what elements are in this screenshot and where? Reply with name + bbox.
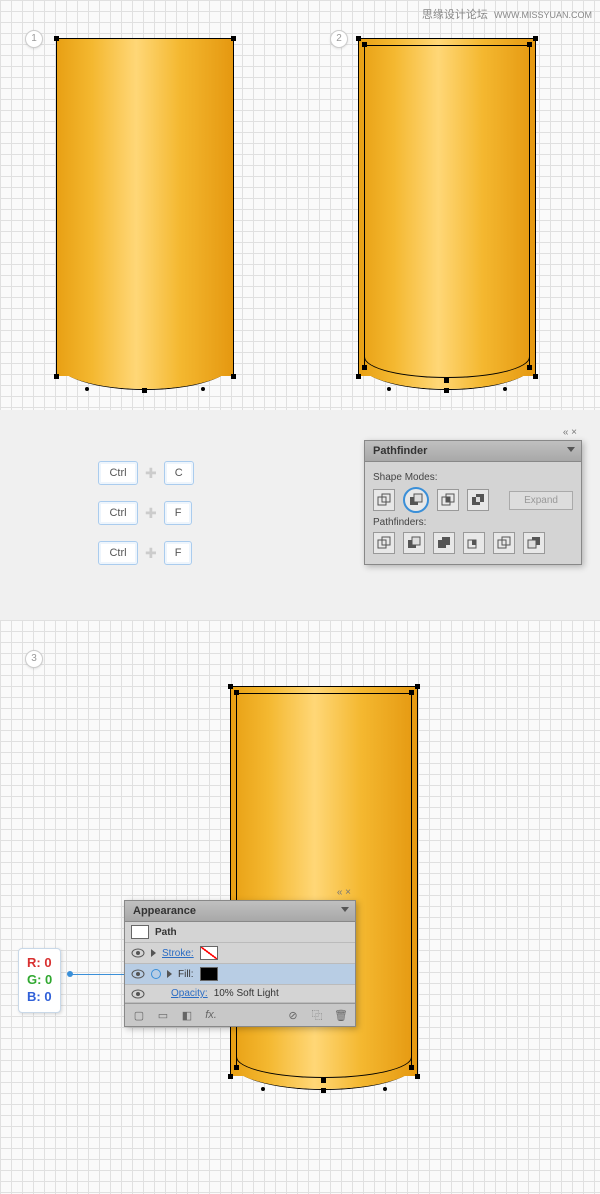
opacity-value: 10% Soft Light — [214, 988, 279, 999]
pathfinder-outline[interactable] — [493, 532, 515, 554]
appearance-panel-title[interactable]: Appearance — [125, 901, 355, 922]
cylinder-shape-1[interactable] — [56, 38, 234, 376]
panel-collapse-icon[interactable]: « × — [337, 887, 351, 898]
shortcut-row-2: Ctrl✚F — [95, 498, 195, 528]
expand-button[interactable]: Expand — [509, 491, 573, 510]
pathfinder-minus-back[interactable] — [523, 532, 545, 554]
appearance-panel-footer: ▢ ▭ ◧ fx. ⊘ ⿻ 🗑 — [125, 1003, 355, 1026]
add-stroke-icon[interactable]: ▭ — [155, 1008, 171, 1022]
pathfinder-panel[interactable]: « × Pathfinder Shape Modes: Expand Pathf… — [364, 440, 582, 565]
shape-mode-unite[interactable] — [373, 489, 395, 511]
visibility-icon[interactable] — [131, 989, 145, 999]
rgb-callout: R: 0 G: 0 B: 0 — [18, 948, 61, 1013]
key-f: F — [164, 541, 193, 565]
duplicate-icon[interactable]: ⿻ — [309, 1008, 325, 1022]
disclosure-triangle-icon[interactable] — [167, 970, 172, 978]
pathfinder-trim[interactable] — [403, 532, 425, 554]
key-f: F — [164, 501, 193, 525]
new-art-toggle-icon[interactable]: ▢ — [131, 1008, 147, 1022]
disclosure-triangle-icon[interactable] — [151, 949, 156, 957]
offset-path[interactable] — [364, 45, 530, 368]
add-fill-icon[interactable]: ◧ — [179, 1008, 195, 1022]
shape-mode-minus-front[interactable] — [403, 487, 429, 513]
opacity-link[interactable]: Opacity: — [171, 988, 208, 999]
step-badge-2: 2 — [330, 30, 348, 48]
cylinder-shape-2[interactable] — [358, 38, 536, 376]
section-2: Ctrl✚C Ctrl✚F Ctrl✚F « × Pathfinder Shap… — [0, 410, 600, 620]
pathfinder-divide[interactable] — [373, 532, 395, 554]
section-1: 思缘设计论坛 WWW.MISSYUAN.COM 1 2 — [0, 0, 600, 410]
shortcut-row-3: Ctrl✚F — [95, 538, 195, 568]
step-badge-1: 1 — [25, 30, 43, 48]
clear-appearance-icon[interactable]: ⊘ — [285, 1008, 301, 1022]
fill-label: Fill: — [178, 969, 194, 980]
key-ctrl: Ctrl — [98, 461, 138, 485]
appearance-row-stroke[interactable]: Stroke: — [125, 943, 355, 964]
step-badge-3: 3 — [25, 650, 43, 668]
stroke-link[interactable]: Stroke: — [162, 948, 194, 959]
delete-icon[interactable]: 🗑 — [333, 1008, 349, 1022]
key-ctrl: Ctrl — [98, 541, 138, 565]
visibility-icon[interactable] — [131, 969, 145, 979]
appearance-row-fill[interactable]: Fill: — [125, 964, 355, 985]
panel-collapse-icon[interactable]: « × — [563, 427, 577, 438]
watermark: 思缘设计论坛 WWW.MISSYUAN.COM — [422, 6, 592, 22]
shape-mode-exclude[interactable] — [467, 489, 489, 511]
stroke-swatch-none[interactable] — [200, 946, 218, 960]
fill-swatch-black[interactable] — [200, 967, 218, 981]
key-c: C — [164, 461, 194, 485]
key-ctrl: Ctrl — [98, 501, 138, 525]
shortcut-row-1: Ctrl✚C — [95, 458, 197, 488]
pathfinder-merge[interactable] — [433, 532, 455, 554]
path-label: Path — [155, 927, 177, 938]
shape-modes-label: Shape Modes: — [373, 472, 573, 483]
section-3: 3 R: 0 G: 0 B: 0 « × Appearance Path St — [0, 620, 600, 1194]
pathfinder-panel-title[interactable]: Pathfinder — [365, 441, 581, 462]
appearance-panel[interactable]: « × Appearance Path Stroke: Fill: — [124, 900, 356, 1027]
add-effect-icon[interactable]: fx. — [203, 1008, 219, 1022]
target-icon[interactable] — [151, 969, 161, 979]
appearance-row-opacity[interactable]: Opacity: 10% Soft Light — [125, 985, 355, 1003]
pathfinders-label: Pathfinders: — [373, 517, 573, 528]
thumbnail-icon — [131, 925, 149, 939]
pathfinder-crop[interactable] — [463, 532, 485, 554]
appearance-row-path[interactable]: Path — [125, 922, 355, 943]
visibility-icon[interactable] — [131, 948, 145, 958]
shape-mode-intersect[interactable] — [437, 489, 459, 511]
